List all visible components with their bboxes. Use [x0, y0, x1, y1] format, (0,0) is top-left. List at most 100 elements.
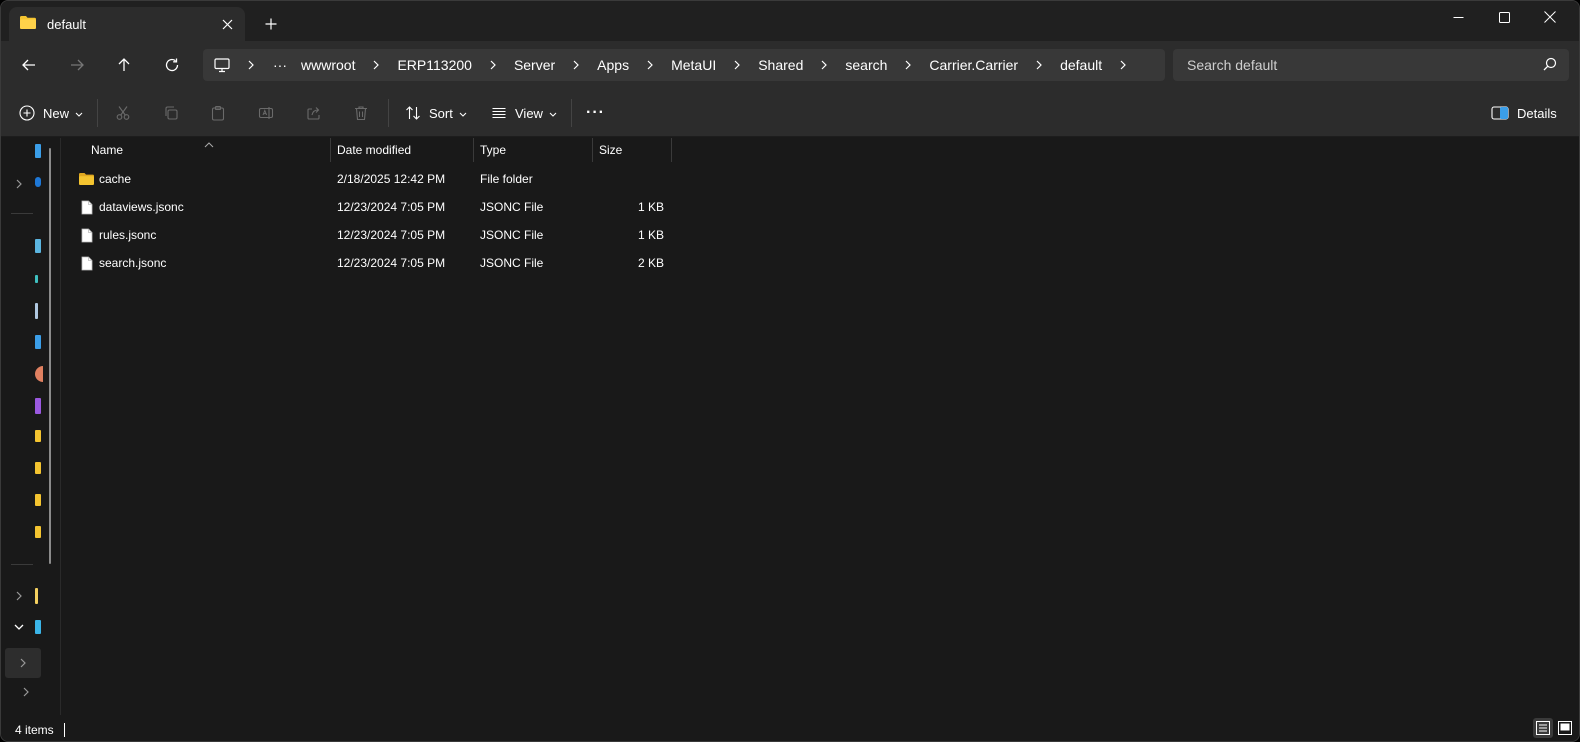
chevron-right-icon[interactable]	[629, 60, 671, 70]
chevron-right-icon[interactable]	[11, 588, 27, 604]
delete-icon	[355, 106, 367, 121]
toolbar-divider	[571, 99, 572, 127]
tiles-view-icon[interactable]	[1555, 718, 1575, 738]
crumb-erp113200[interactable]: ERP113200	[397, 57, 471, 73]
crumb-metaui[interactable]: MetaUI	[671, 57, 716, 73]
back-button[interactable]	[17, 53, 41, 77]
more-options-button[interactable]: ···	[586, 97, 605, 129]
file-size: 1 KB	[637, 200, 664, 214]
address-bar[interactable]: ··· wwwroot ERP113200 Server Apps MetaUI…	[203, 49, 1165, 81]
nav-item-icon[interactable]	[35, 275, 38, 283]
column-divider[interactable]	[473, 138, 474, 162]
folder-icon[interactable]	[35, 462, 41, 474]
nav-item-icon[interactable]	[35, 239, 41, 253]
column-header-name[interactable]: Name	[91, 138, 123, 162]
crumb-default[interactable]: default	[1060, 57, 1102, 73]
file-row-search[interactable]: search.jsonc 12/23/2024 7:05 PM JSONC Fi…	[74, 249, 678, 277]
search-input[interactable]	[1173, 49, 1533, 81]
delete-button[interactable]	[353, 97, 369, 129]
crumb-search[interactable]: search	[845, 57, 887, 73]
view-button[interactable]: View	[491, 97, 557, 129]
plus-circle-icon	[19, 105, 35, 121]
folder-icon[interactable]	[35, 494, 41, 506]
crumb-overflow[interactable]: ···	[273, 57, 287, 73]
up-button[interactable]	[112, 53, 136, 77]
nav-divider	[11, 564, 33, 565]
file-type: JSONC File	[480, 256, 544, 270]
window-close-icon[interactable]	[1527, 1, 1573, 33]
nav-item-icon[interactable]	[35, 620, 41, 634]
crumb-shared[interactable]: Shared	[758, 57, 803, 73]
chevron-right-icon[interactable]	[716, 60, 758, 70]
file-row-cache[interactable]: cache 2/18/2025 12:42 PM File folder	[74, 165, 678, 193]
nav-item-icon[interactable]	[35, 366, 43, 382]
column-divider[interactable]	[330, 138, 331, 162]
crumb-carrier[interactable]: Carrier.Carrier	[929, 57, 1018, 73]
nav-scrollbar[interactable]	[49, 148, 51, 564]
chevron-right-icon[interactable]	[887, 60, 929, 70]
nav-item-icon[interactable]	[35, 398, 41, 414]
maximize-icon[interactable]	[1481, 1, 1527, 33]
nav-item-icon[interactable]	[35, 177, 41, 187]
share-button[interactable]	[306, 97, 322, 129]
chevron-right-icon[interactable]	[18, 684, 34, 700]
copy-button[interactable]	[163, 97, 179, 129]
folder-icon[interactable]	[35, 526, 41, 538]
column-header-date[interactable]: Date modified	[337, 138, 411, 162]
nav-item-icon[interactable]	[35, 588, 38, 604]
details-view-icon[interactable]	[1533, 718, 1553, 738]
arrow-right-icon	[71, 59, 84, 71]
column-header-type[interactable]: Type	[480, 138, 506, 162]
file-row-dataviews[interactable]: dataviews.jsonc 12/23/2024 7:05 PM JSONC…	[74, 193, 678, 221]
nav-divider	[11, 213, 33, 214]
chevron-right-icon[interactable]	[241, 60, 261, 70]
crumb-server[interactable]: Server	[514, 57, 555, 73]
computer-icon[interactable]	[203, 57, 241, 73]
chevron-right-icon[interactable]	[1102, 60, 1144, 70]
chevron-down-icon[interactable]	[11, 619, 27, 635]
tab-default[interactable]: default	[9, 7, 245, 41]
nav-item-icon[interactable]	[35, 144, 41, 158]
refresh-button[interactable]	[160, 53, 184, 77]
file-size	[594, 165, 664, 193]
forward-button[interactable]	[65, 53, 89, 77]
status-bar: 4 items	[1, 715, 1579, 741]
column-divider[interactable]	[671, 138, 672, 162]
file-name: dataviews.jsonc	[99, 200, 184, 214]
nav-item-icon[interactable]	[35, 303, 38, 319]
chevron-right-icon[interactable]	[11, 176, 27, 192]
search-box[interactable]	[1173, 49, 1569, 81]
minimize-icon[interactable]	[1435, 1, 1481, 33]
command-bar: New Sort View ··· Details	[1, 89, 1579, 137]
nav-item-selected[interactable]	[5, 648, 41, 678]
arrow-left-icon	[22, 59, 35, 71]
folder-icon[interactable]	[35, 430, 41, 442]
view-icon	[492, 107, 506, 119]
sort-label: Sort	[429, 105, 453, 121]
details-button[interactable]: Details	[1491, 97, 1557, 129]
column-header-size[interactable]: Size	[599, 138, 622, 162]
breadcrumb: ··· wwwroot ERP113200 Server Apps MetaUI…	[203, 49, 1144, 81]
plus-icon[interactable]	[261, 14, 281, 34]
chevron-right-icon[interactable]	[803, 60, 845, 70]
details-label: Details	[1517, 105, 1557, 121]
rename-button[interactable]	[258, 97, 274, 129]
cut-button[interactable]	[115, 97, 131, 129]
search-icon[interactable]	[1543, 57, 1557, 74]
sort-button[interactable]: Sort	[405, 97, 467, 129]
paste-button[interactable]	[210, 97, 226, 129]
file-row-rules[interactable]: rules.jsonc 12/23/2024 7:05 PM JSONC Fil…	[74, 221, 678, 249]
chevron-right-icon[interactable]	[472, 60, 514, 70]
chevron-right-icon[interactable]	[555, 60, 597, 70]
close-icon[interactable]	[217, 14, 237, 34]
crumb-wwwroot[interactable]: wwwroot	[301, 57, 355, 73]
nav-item-icon[interactable]	[35, 335, 41, 349]
file-list: Name Date modified Type Size cache 2/18/…	[62, 138, 1579, 715]
file-type: File folder	[480, 172, 533, 186]
chevron-right-icon[interactable]	[1018, 60, 1060, 70]
crumb-apps[interactable]: Apps	[597, 57, 629, 73]
chevron-right-icon[interactable]	[355, 60, 397, 70]
file-date: 12/23/2024 7:05 PM	[337, 256, 446, 270]
column-divider[interactable]	[592, 138, 593, 162]
new-button[interactable]: New	[19, 97, 83, 129]
